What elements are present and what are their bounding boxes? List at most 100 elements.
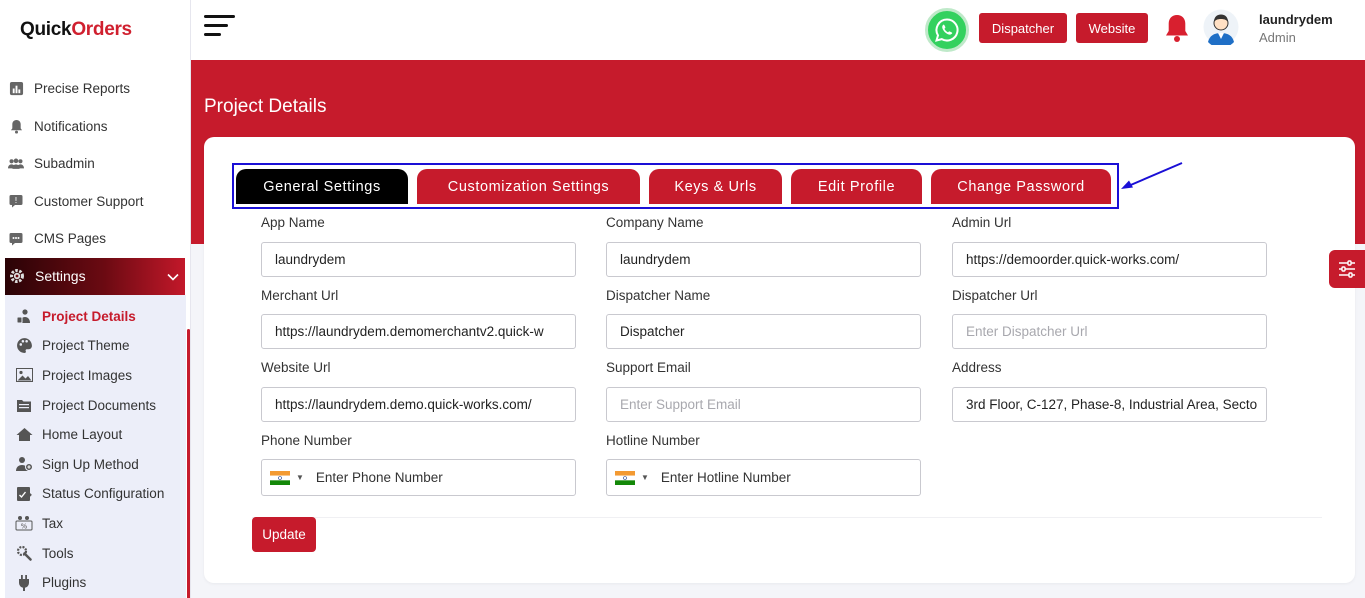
update-button[interactable]: Update — [252, 517, 316, 552]
admin-url-input[interactable]: https://demoorder.quick-works.com/ — [952, 242, 1267, 277]
sidebar-item-notifications[interactable]: Notifications — [0, 108, 190, 146]
hotline-number-input[interactable]: ▼ Enter Hotline Number — [606, 459, 921, 496]
sidebar-item-customer-support[interactable]: ! Customer Support — [0, 183, 190, 221]
svg-text:!: ! — [14, 196, 17, 205]
user-avatar[interactable] — [1203, 9, 1239, 48]
plug-icon — [15, 574, 33, 592]
address-label: Address — [952, 360, 1002, 375]
sidebar-item-precise-reports[interactable]: Precise Reports — [0, 70, 190, 108]
merchant-url-input[interactable]: https://laundrydem.demomerchantv2.quick-… — [261, 314, 576, 349]
company-name-label: Company Name — [606, 215, 704, 230]
support-email-label: Support Email — [606, 360, 691, 375]
submenu-item-label: Status Configuration — [42, 486, 165, 502]
submenu-item-project-theme[interactable]: Project Theme — [5, 331, 186, 361]
submenu-item-label: Home Layout — [42, 427, 123, 443]
user-name: laundrydem — [1259, 12, 1333, 27]
whatsapp-icon[interactable] — [925, 8, 969, 52]
settings-submenu: Project Details Project Theme Project Im… — [5, 294, 190, 598]
website-button[interactable]: Website — [1076, 13, 1148, 43]
app-name-input[interactable]: laundrydem — [261, 242, 576, 277]
submenu-item-plugins[interactable]: Plugins — [5, 568, 186, 598]
sidebar-item-label: Customer Support — [34, 193, 144, 209]
merchant-url-label: Merchant Url — [261, 288, 339, 303]
website-url-label: Website Url — [261, 360, 331, 375]
phone-number-placeholder: Enter Phone Number — [315, 470, 443, 485]
submenu-item-project-details[interactable]: Project Details — [5, 302, 186, 332]
submenu-item-label: Tools — [42, 545, 74, 561]
hotline-number-placeholder: Enter Hotline Number — [660, 470, 791, 485]
sidebar: Quick Orders Precise Reports Notification… — [0, 0, 191, 598]
dispatcher-button[interactable]: Dispatcher — [979, 13, 1067, 43]
settings-sliders-icon[interactable] — [1329, 250, 1365, 288]
top-header: Dispatcher Website laundrydem Admin — [191, 0, 1365, 60]
tab-customization-settings[interactable]: Customization Settings — [417, 169, 640, 204]
form-divider — [252, 517, 1322, 518]
tools-icon — [15, 544, 33, 562]
users-icon — [8, 156, 24, 172]
sidebar-item-subadmin[interactable]: Subadmin — [0, 145, 190, 183]
phone-number-input[interactable]: ▼ Enter Phone Number — [261, 459, 576, 496]
notification-bell-icon[interactable] — [1164, 13, 1190, 48]
submenu-item-tools[interactable]: Tools — [5, 538, 186, 568]
submenu-item-home-layout[interactable]: Home Layout — [5, 420, 186, 450]
submenu-item-label: Project Images — [42, 367, 133, 383]
svg-text:%: % — [21, 523, 28, 531]
report-icon — [8, 81, 24, 97]
tab-change-password[interactable]: Change Password — [931, 169, 1111, 204]
support-icon: ! — [8, 193, 24, 209]
sidebar-item-label: Notifications — [34, 118, 108, 134]
india-flag-icon[interactable] — [270, 470, 290, 485]
submenu-item-label: Project Theme — [42, 338, 130, 354]
sidebar-item-label: Precise Reports — [34, 81, 131, 97]
hamburger-menu-icon[interactable] — [204, 15, 235, 39]
settings-label: Settings — [35, 268, 86, 284]
submenu-item-label: Project Documents — [42, 397, 157, 413]
dropdown-caret-icon[interactable]: ▼ — [641, 473, 649, 482]
image-icon — [15, 366, 33, 384]
sidebar-item-settings[interactable]: Settings — [5, 257, 185, 295]
tax-icon: % — [15, 514, 33, 532]
palette-icon — [15, 337, 33, 355]
chevron-down-icon — [167, 268, 179, 284]
hotline-number-label: Hotline Number — [606, 433, 700, 448]
submenu-item-project-documents[interactable]: Project Documents — [5, 390, 186, 420]
signup-icon — [15, 455, 33, 473]
home-icon — [15, 426, 33, 444]
website-url-input[interactable]: https://laundrydem.demo.quick-works.com/ — [261, 387, 576, 422]
user-role: Admin — [1259, 30, 1296, 45]
submenu-item-label: Project Details — [42, 308, 136, 324]
cms-icon — [8, 231, 24, 247]
submenu-item-status-configuration[interactable]: Status Configuration — [5, 479, 186, 509]
support-email-input[interactable]: Enter Support Email — [606, 387, 921, 422]
status-icon — [15, 485, 33, 503]
gear-icon — [9, 268, 25, 284]
annotation-arrow-icon — [1121, 162, 1183, 189]
logo-text-quick: Quick — [20, 19, 72, 40]
submenu-item-sign-up-method[interactable]: Sign Up Method — [5, 449, 186, 479]
project-details-icon — [15, 307, 33, 325]
tab-general-settings[interactable]: General Settings — [236, 169, 408, 204]
brand-logo[interactable]: Quick Orders — [0, 0, 190, 60]
app-name-label: App Name — [261, 215, 325, 230]
submenu-item-label: Sign Up Method — [42, 456, 139, 472]
submenu-item-project-images[interactable]: Project Images — [5, 361, 186, 391]
dispatcher-url-label: Dispatcher Url — [952, 288, 1038, 303]
logo-text-orders: Orders — [71, 19, 132, 40]
india-flag-icon[interactable] — [615, 470, 635, 485]
phone-number-label: Phone Number — [261, 433, 352, 448]
dropdown-caret-icon[interactable]: ▼ — [296, 473, 304, 482]
scrollbar[interactable] — [187, 328, 190, 598]
dispatcher-url-input[interactable]: Enter Dispatcher Url — [952, 314, 1267, 349]
submenu-item-tax[interactable]: % Tax — [5, 509, 186, 539]
sidebar-item-cms-pages[interactable]: CMS Pages — [0, 220, 190, 258]
dispatcher-name-input[interactable]: Dispatcher — [606, 314, 921, 349]
company-name-input[interactable]: laundrydem — [606, 242, 921, 277]
submenu-item-label: Tax — [42, 515, 64, 531]
tab-keys-urls[interactable]: Keys & Urls — [649, 169, 782, 204]
bell-icon — [8, 118, 24, 134]
sidebar-item-label: Subadmin — [34, 156, 95, 172]
submenu-item-label: Plugins — [42, 575, 87, 591]
tab-edit-profile[interactable]: Edit Profile — [791, 169, 922, 204]
address-input[interactable]: 3rd Floor, C-127, Phase-8, Industrial Ar… — [952, 387, 1267, 422]
sidebar-item-label: CMS Pages — [34, 231, 107, 247]
